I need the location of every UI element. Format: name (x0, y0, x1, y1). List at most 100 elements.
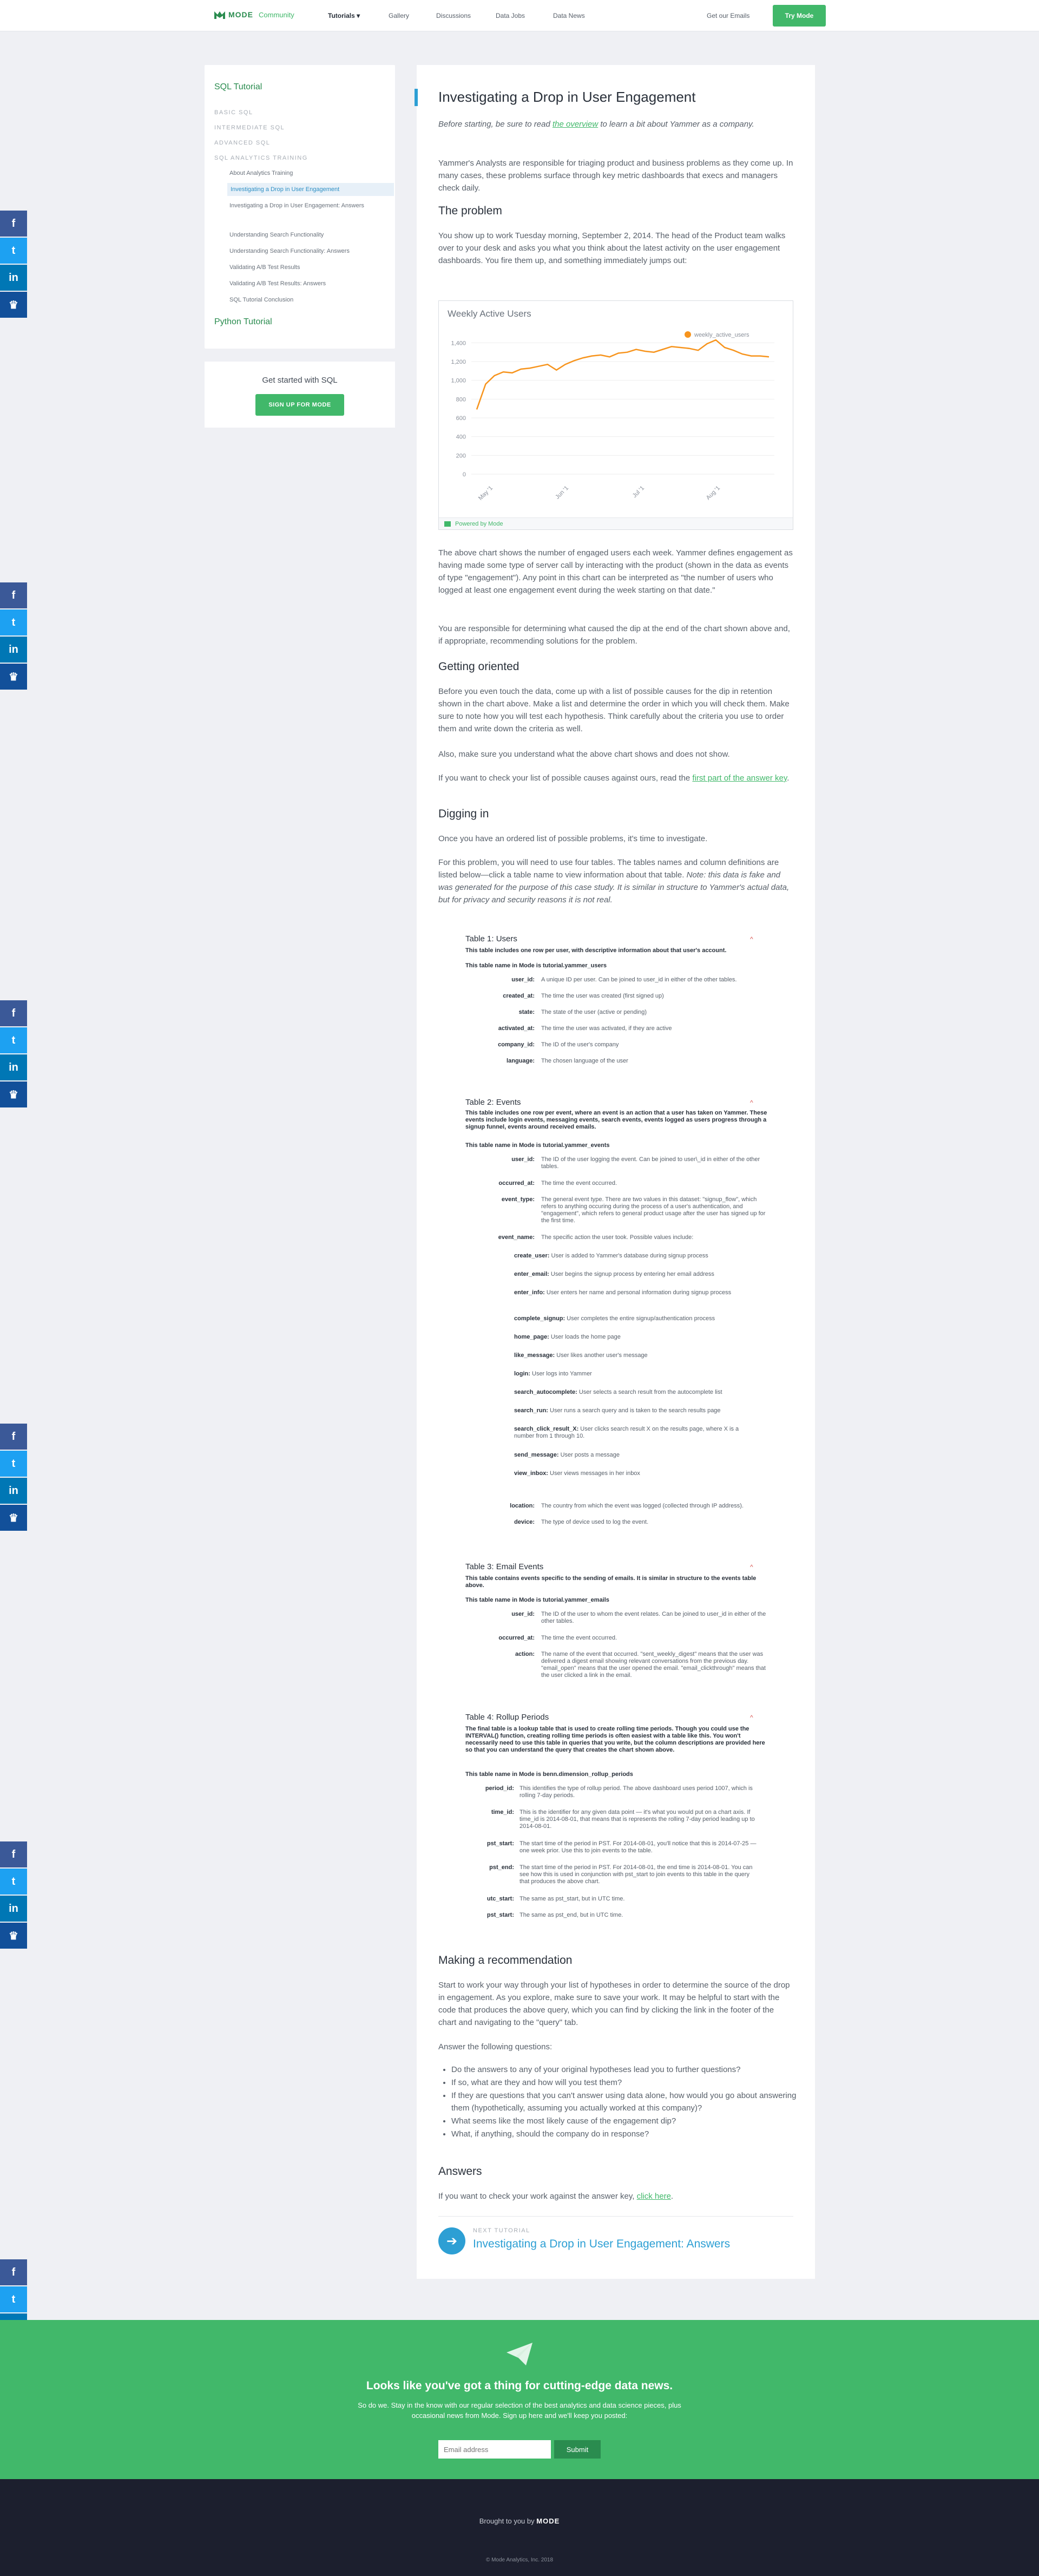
twitter-share-icon[interactable]: t (0, 1027, 27, 1053)
sidebar-item-conclusion[interactable]: SQL Tutorial Conclusion (229, 296, 293, 304)
sidebar-cat-basic[interactable]: BASIC SQL (214, 109, 253, 116)
sidebar-item-ab-test[interactable]: Validating A/B Test Results (229, 263, 300, 272)
field-desc: The start time of the period in PST. For… (520, 1864, 753, 1885)
twitter-share-icon[interactable]: t (0, 609, 27, 635)
sidebar-item-drop-engagement[interactable]: Investigating a Drop in User Engagement (227, 183, 394, 196)
field-desc: This is the identifier for any given dat… (520, 1809, 755, 1830)
event-desc: User loads the home page (549, 1334, 621, 1340)
table-4-name: This table name in Mode is benn.dimensio… (465, 1771, 633, 1778)
facebook-share-icon[interactable]: f (0, 582, 27, 608)
twitter-share-icon[interactable]: t (0, 2286, 27, 2312)
crown-share-icon[interactable]: ♛ (0, 664, 27, 690)
sidebar-cat-advanced[interactable]: ADVANCED SQL (214, 140, 270, 146)
facebook-share-icon[interactable]: f (0, 1424, 27, 1450)
heading-making-recommendation: Making a recommendation (438, 1954, 573, 1967)
collapse-caret-icon[interactable]: ^ (750, 1099, 753, 1106)
event-desc: User posts a message (558, 1452, 620, 1458)
field-desc: The state of the user (active or pending… (541, 1009, 647, 1015)
heading-getting-oriented: Getting oriented (438, 660, 520, 673)
collapse-caret-icon[interactable]: ^ (750, 1563, 753, 1571)
event-desc: User views messages in her inbox (548, 1470, 640, 1477)
table-4-title[interactable]: Table 4: Rollup Periods (465, 1713, 549, 1722)
field-desc: The type of device used to log the event… (541, 1519, 649, 1525)
linkedin-share-icon[interactable]: in (0, 1478, 27, 1504)
event-desc: User enters her name and personal inform… (544, 1289, 732, 1296)
sidebar-item-ab-test-answers[interactable]: Validating A/B Test Results: Answers (229, 279, 326, 288)
facebook-share-icon[interactable]: f (0, 2259, 27, 2285)
page-title: Investigating a Drop in User Engagement (438, 89, 696, 105)
twitter-share-icon[interactable]: t (0, 1451, 27, 1477)
facebook-share-icon[interactable]: f (0, 1000, 27, 1026)
crown-share-icon[interactable]: ♛ (0, 1923, 27, 1949)
chart-footer[interactable]: Powered by Mode (439, 517, 793, 529)
intro-text-end: to learn a bit about Yammer as a company… (598, 120, 754, 129)
next-tutorial-link[interactable]: Investigating a Drop in User Engagement:… (473, 2238, 730, 2251)
signup-card: Get started with SQL SIGN UP FOR MODE (205, 362, 395, 428)
linkedin-share-icon[interactable]: in (0, 637, 27, 663)
table-2-title[interactable]: Table 2: Events (465, 1098, 521, 1107)
sidebar-cat-intermediate[interactable]: INTERMEDIATE SQL (214, 124, 285, 131)
article: Investigating a Drop in User Engagement … (415, 65, 815, 2279)
paper-plane-icon (507, 2343, 532, 2365)
arrow-right-icon[interactable]: ➔ (438, 2227, 465, 2254)
sidebar-item-about[interactable]: About Analytics Training (229, 169, 293, 178)
facebook-share-icon[interactable]: f (0, 211, 27, 237)
linkedin-share-icon[interactable]: in (0, 1054, 27, 1080)
field-desc: The ID of the user to whom the event rel… (541, 1611, 766, 1624)
brand-text: MODE (228, 10, 253, 19)
click-here-link[interactable]: click here (637, 2192, 671, 2201)
answer-key-link[interactable]: first part of the answer key (692, 774, 787, 783)
field-desc: The ID of the user logging the event. Ca… (541, 1156, 760, 1170)
mode-logo[interactable]: MODE Community (214, 10, 294, 19)
field-desc: The time the event occurred. (541, 1180, 617, 1187)
p12-text-end: . (670, 2192, 674, 2201)
facebook-share-icon[interactable]: f (0, 1841, 27, 1867)
crown-share-icon[interactable]: ♛ (0, 292, 27, 318)
linkedin-share-icon[interactable]: in (0, 1896, 27, 1922)
nav-discussions[interactable]: Discussions (436, 12, 471, 19)
collapse-caret-icon[interactable]: ^ (750, 1714, 753, 1721)
list-item: What seems like the most likely cause of… (451, 2115, 798, 2127)
sidebar-cat-analytics[interactable]: SQL ANALYTICS TRAINING (214, 155, 308, 161)
nav-tutorials[interactable]: Tutorials ▾ (328, 12, 360, 19)
table-1-title[interactable]: Table 1: Users (465, 934, 517, 943)
share-bar: f t in ♛ (0, 1841, 27, 1950)
footer-brand[interactable]: MODE (536, 2517, 560, 2525)
share-bar: f t in ♛ (0, 211, 27, 319)
event-name: create_user: (514, 1253, 550, 1259)
site-footer: Brought to you by MODE © Mode Analytics,… (0, 2479, 1039, 2576)
nav-data-news[interactable]: Data News (553, 12, 585, 19)
field-desc: The same as pst_start, but in UTC time. (520, 1896, 625, 1902)
sidebar-sql-tutorial[interactable]: SQL Tutorial (214, 82, 262, 92)
event-item: enter_info: User enters her name and per… (514, 1289, 758, 1296)
sidebar-python-tutorial[interactable]: Python Tutorial (214, 317, 272, 327)
field-desc: The chosen language of the user (541, 1058, 628, 1064)
nav-data-jobs[interactable]: Data Jobs (496, 12, 525, 19)
sign-up-button[interactable]: SIGN UP FOR MODE (255, 394, 344, 416)
nav-gallery[interactable]: Gallery (389, 12, 409, 19)
get-emails-link[interactable]: Get our Emails (707, 12, 749, 19)
collapse-caret-icon[interactable]: ^ (750, 935, 753, 943)
field-name: action: (515, 1651, 535, 1657)
table-3-name: This table name in Mode is tutorial.yamm… (465, 1597, 609, 1603)
heading-problem: The problem (438, 205, 502, 217)
try-mode-button[interactable]: Try Mode (773, 5, 826, 27)
linkedin-share-icon[interactable]: in (0, 265, 27, 291)
crown-share-icon[interactable]: ♛ (0, 1081, 27, 1107)
mode-mark-icon (444, 521, 451, 527)
twitter-share-icon[interactable]: t (0, 238, 27, 264)
crown-share-icon[interactable]: ♛ (0, 1505, 27, 1531)
field-name: company_id: (498, 1041, 535, 1048)
powered-by-mode[interactable]: Powered by Mode (455, 521, 503, 527)
submit-button[interactable]: Submit (554, 2440, 601, 2459)
email-input[interactable] (438, 2440, 551, 2459)
sidebar-item-search-answers[interactable]: Understanding Search Functionality: Answ… (229, 247, 350, 255)
overview-link[interactable]: the overview (553, 120, 598, 129)
weekly-active-users-chart[interactable]: Weekly Active Users 0 200 400 600 800 1,000 1,… (438, 300, 793, 530)
sidebar-item-search[interactable]: Understanding Search Functionality (229, 231, 324, 239)
sidebar-item-drop-engagement-answers[interactable]: Investigating a Drop in User Engagement:… (229, 201, 370, 210)
twitter-share-icon[interactable]: t (0, 1869, 27, 1895)
share-bar: f t in ♛ (0, 1424, 27, 1532)
table-3-title[interactable]: Table 3: Email Events (465, 1562, 543, 1571)
y-tick-label: 200 (456, 453, 466, 459)
